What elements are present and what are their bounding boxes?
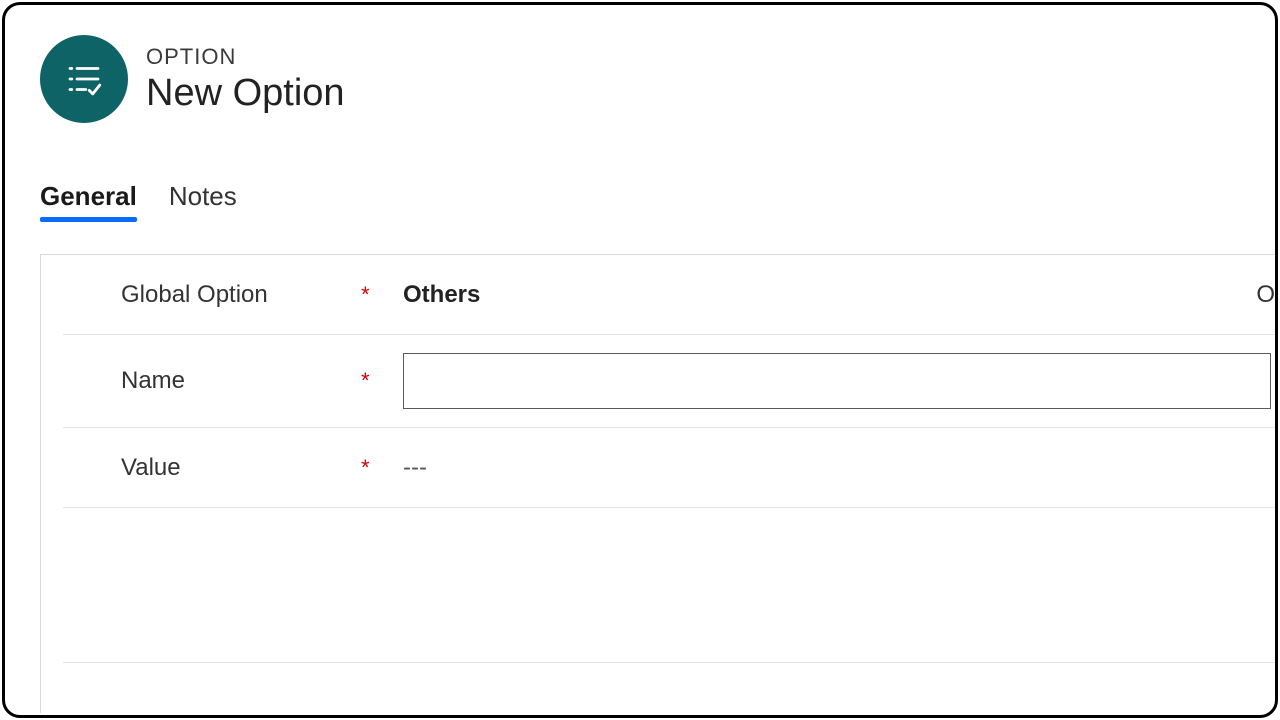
option-list-icon xyxy=(40,35,128,123)
lookup-trailing-text: O xyxy=(1256,281,1275,309)
tab-general[interactable]: General xyxy=(40,181,137,220)
label-name: Name xyxy=(121,367,361,395)
label-value: Value xyxy=(121,454,361,482)
row-global-option: Global Option * Others O xyxy=(63,255,1275,335)
page-title: New Option xyxy=(146,72,345,115)
window-frame: OPTION New Option General Notes Global O… xyxy=(2,2,1278,718)
value-field[interactable]: --- xyxy=(387,454,1275,482)
tabs: General Notes xyxy=(40,181,1275,220)
header-eyebrow: OPTION xyxy=(146,44,345,70)
global-option-lookup[interactable]: Others xyxy=(387,281,1275,309)
required-marker: * xyxy=(361,282,387,308)
row-value: Value * --- xyxy=(63,428,1275,508)
name-input[interactable] xyxy=(403,353,1271,409)
header-text: OPTION New Option xyxy=(146,44,345,115)
required-marker: * xyxy=(361,455,387,481)
page-header: OPTION New Option xyxy=(40,35,1275,123)
row-spacer xyxy=(63,508,1275,663)
required-marker: * xyxy=(361,368,387,394)
row-name: Name * xyxy=(63,335,1275,428)
tab-notes[interactable]: Notes xyxy=(169,181,237,220)
label-global-option: Global Option xyxy=(121,281,361,309)
row-tail xyxy=(41,663,1275,713)
form-panel: Global Option * Others O Name * Value * … xyxy=(40,254,1275,713)
